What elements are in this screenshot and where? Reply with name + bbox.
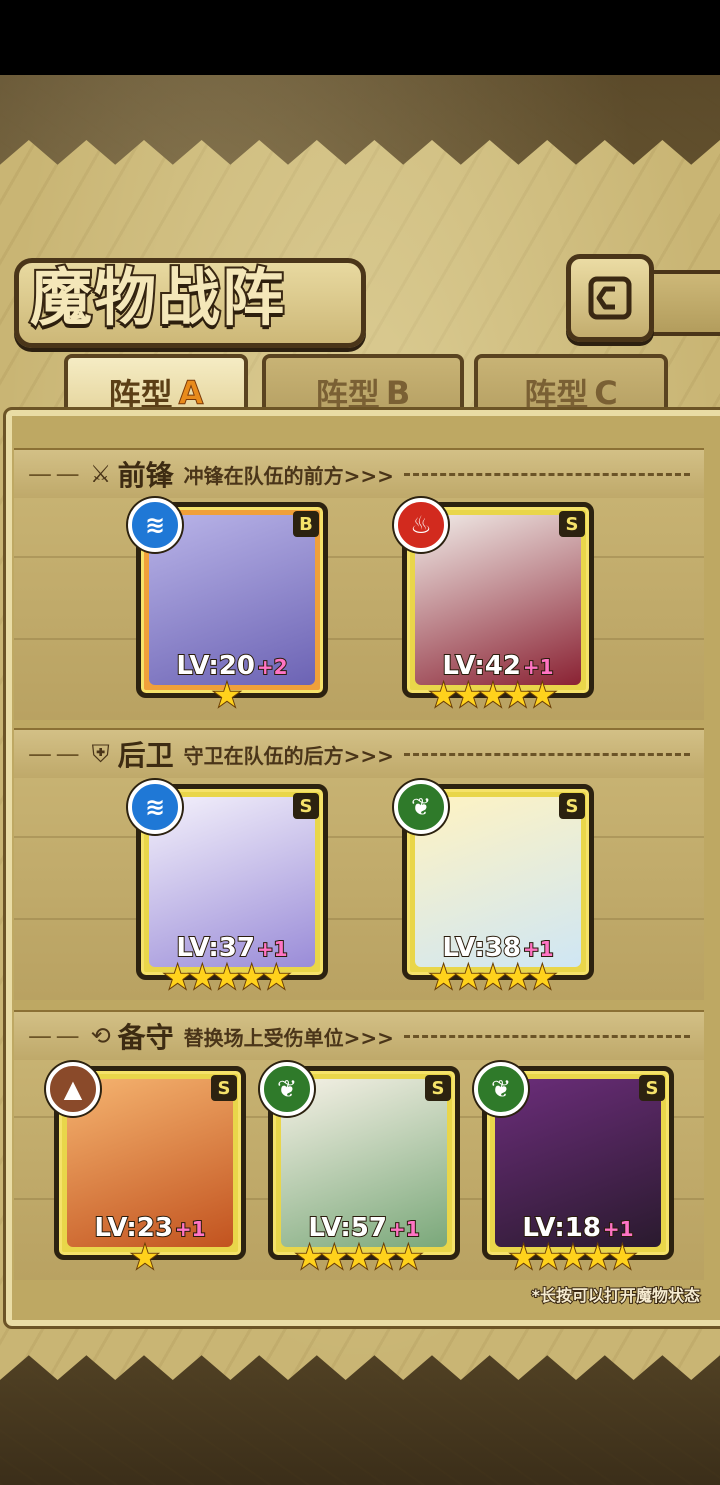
rank-badge: S [425, 1075, 451, 1101]
swap-icon: ⟲ [90, 1022, 111, 1050]
water-element-icon: ≋ [128, 498, 182, 552]
back-button[interactable] [566, 254, 654, 342]
star-icon: ★ [393, 1238, 424, 1276]
rank-badge: S [559, 793, 585, 819]
level-bonus: +2 [256, 654, 289, 680]
star-icon: ★ [212, 676, 243, 714]
rank-badge: S [639, 1075, 665, 1101]
wind-element-icon: ❦ [260, 1062, 314, 1116]
section-reserve-header: — — ⟲ 备守 替换场上受伤单位>>> [14, 1010, 704, 1062]
water-element-icon: ≋ [128, 780, 182, 834]
rank-badge: B [293, 511, 319, 537]
tab-letter: A [178, 374, 204, 413]
star-rating: ★ ★ ★ ★ ★ [482, 1238, 664, 1276]
section-front-header: — — ⚔ 前锋 冲锋在队伍的前方>>> [14, 448, 704, 500]
rank-badge: S [293, 793, 319, 819]
back-icon [588, 276, 632, 320]
wind-element-icon: ❦ [474, 1062, 528, 1116]
fire-element-icon: ♨ [394, 498, 448, 552]
tab-letter: C [594, 374, 618, 412]
rank-badge: S [211, 1075, 237, 1101]
star-icon: ★ [130, 1238, 161, 1276]
star-rating: ★ ★ ★ ★ ★ [268, 1238, 450, 1276]
section-desc: 守卫在队伍的后方>>> [183, 743, 394, 768]
star-rating: ★ [136, 676, 318, 714]
sword-icon: ⚔ [89, 460, 112, 488]
star-icon: ★ [527, 958, 558, 996]
earth-element-icon: ▲ [46, 1062, 100, 1116]
rank-badge: S [559, 511, 585, 537]
section-title: 备守 [117, 1021, 174, 1054]
front-row [14, 498, 704, 720]
shield-icon: ⛨ [91, 740, 110, 768]
section-title: 后卫 [117, 739, 174, 772]
star-icon: ★ [607, 1238, 638, 1276]
long-press-hint: *长按可以打开魔物状态 [531, 1285, 701, 1306]
level-bonus: +1 [174, 1216, 207, 1242]
tab-letter: B [385, 374, 411, 412]
page-title: 魔物战阵 [28, 259, 287, 336]
section-title: 前锋 [117, 459, 174, 492]
star-rating: ★ ★ ★ ★ ★ [402, 958, 584, 996]
star-rating: ★ ★ ★ ★ ★ [402, 676, 584, 714]
star-icon: ★ [261, 958, 292, 996]
section-back-header: — — ⛨ 后卫 守卫在队伍的后方>>> [14, 728, 704, 780]
back-row [14, 778, 704, 1000]
star-rating: ★ [54, 1238, 236, 1276]
star-icon: ★ [527, 676, 558, 714]
section-desc: 冲锋在队伍的前方>>> [183, 463, 394, 488]
star-rating: ★ ★ ★ ★ ★ [136, 958, 318, 996]
wind-element-icon: ❦ [394, 780, 448, 834]
section-desc: 替换场上受伤单位>>> [183, 1025, 394, 1050]
